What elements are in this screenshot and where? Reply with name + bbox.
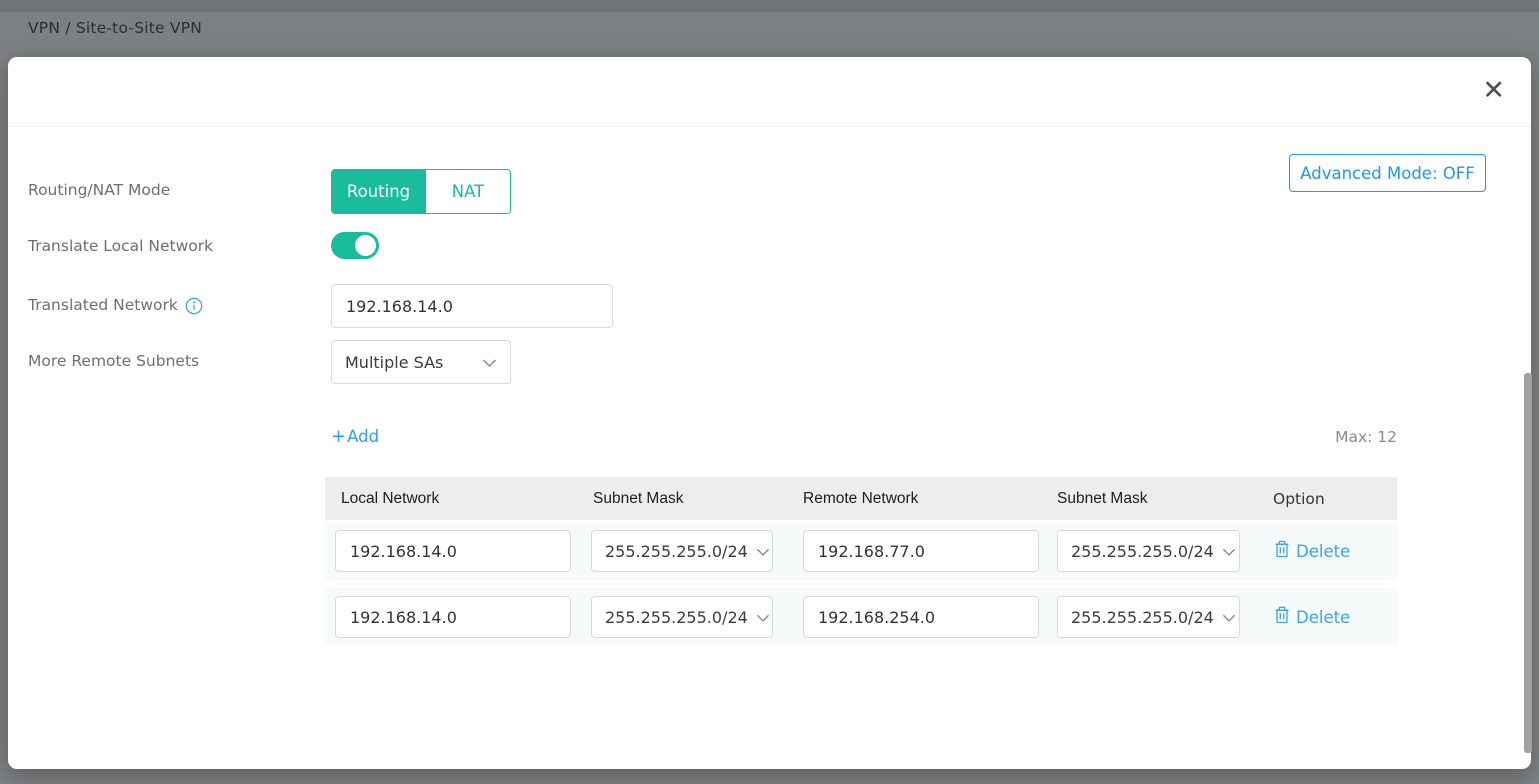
chevron-down-icon bbox=[1222, 542, 1236, 561]
local-network-input[interactable] bbox=[335, 596, 571, 638]
translate-local-network-label: Translate Local Network bbox=[28, 237, 213, 255]
table-row: 255.255.255.0/24 255.255.255.0/24 bbox=[325, 522, 1397, 580]
remote-network-input[interactable] bbox=[803, 530, 1039, 572]
delete-row-button[interactable]: Delete bbox=[1274, 588, 1350, 646]
header-subnet-mask-remote: Subnet Mask bbox=[1057, 477, 1147, 520]
translated-network-label-text: Translated Network bbox=[28, 296, 178, 314]
delete-row-button[interactable]: Delete bbox=[1274, 522, 1350, 580]
page-top-band bbox=[0, 0, 1539, 12]
delete-label: Delete bbox=[1296, 608, 1350, 627]
header-local-network: Local Network bbox=[341, 477, 439, 520]
vertical-scrollbar-thumb[interactable] bbox=[1524, 373, 1532, 753]
translated-network-label: Translated Network bbox=[28, 295, 203, 315]
remote-network-input[interactable] bbox=[803, 596, 1039, 638]
header-remote-network: Remote Network bbox=[803, 477, 918, 520]
more-remote-subnets-value: Multiple SAs bbox=[345, 353, 443, 372]
routing-nat-segmented-control: Routing NAT bbox=[331, 169, 511, 214]
advanced-mode-button[interactable]: Advanced Mode: OFF bbox=[1289, 154, 1486, 192]
local-subnet-mask-select[interactable]: 255.255.255.0/24 bbox=[591, 596, 773, 638]
close-icon[interactable]: ✕ bbox=[1482, 77, 1505, 104]
plus-icon: + bbox=[331, 426, 346, 447]
routing-nat-mode-label: Routing/NAT Mode bbox=[28, 181, 170, 199]
site-to-site-vpn-modal: ✕ Advanced Mode: OFF Routing/NAT Mode Ro… bbox=[8, 57, 1531, 769]
trash-icon bbox=[1274, 540, 1290, 562]
trash-icon bbox=[1274, 606, 1290, 628]
chevron-down-icon bbox=[1222, 608, 1236, 627]
add-subnet-link[interactable]: + Add bbox=[331, 426, 379, 447]
toggle-knob bbox=[355, 235, 376, 256]
translate-local-network-toggle[interactable] bbox=[331, 232, 379, 259]
translated-network-input[interactable] bbox=[331, 284, 613, 328]
modal-header: ✕ bbox=[8, 57, 1531, 127]
routing-option-button[interactable]: Routing bbox=[332, 170, 425, 213]
header-subnet-mask-local: Subnet Mask bbox=[593, 477, 683, 520]
remote-subnet-mask-select[interactable]: 255.255.255.0/24 bbox=[1057, 596, 1240, 638]
subnet-table-header: Local Network Subnet Mask Remote Network… bbox=[325, 477, 1397, 520]
chevron-down-icon bbox=[756, 542, 770, 561]
remote-subnet-mask-value: 255.255.255.0/24 bbox=[1071, 608, 1214, 627]
header-option: Option bbox=[1273, 477, 1325, 520]
breadcrumb: VPN / Site-to-Site VPN bbox=[28, 19, 202, 37]
table-row: 255.255.255.0/24 255.255.255.0/24 bbox=[325, 588, 1397, 646]
local-subnet-mask-select[interactable]: 255.255.255.0/24 bbox=[591, 530, 773, 572]
more-remote-subnets-select[interactable]: Multiple SAs bbox=[331, 340, 511, 384]
remote-subnet-mask-value: 255.255.255.0/24 bbox=[1071, 542, 1214, 561]
chevron-down-icon bbox=[756, 608, 770, 627]
max-rows-label: Max: 12 bbox=[1325, 428, 1397, 446]
nat-option-button[interactable]: NAT bbox=[425, 170, 510, 213]
info-icon[interactable] bbox=[185, 297, 203, 315]
add-link-label: Add bbox=[347, 427, 379, 446]
subnet-table: Local Network Subnet Mask Remote Network… bbox=[325, 477, 1397, 647]
local-subnet-mask-value: 255.255.255.0/24 bbox=[605, 608, 748, 627]
local-network-input[interactable] bbox=[335, 530, 571, 572]
chevron-down-icon bbox=[482, 353, 497, 372]
remote-subnet-mask-select[interactable]: 255.255.255.0/24 bbox=[1057, 530, 1240, 572]
delete-label: Delete bbox=[1296, 542, 1350, 561]
local-subnet-mask-value: 255.255.255.0/24 bbox=[605, 542, 748, 561]
more-remote-subnets-label: More Remote Subnets bbox=[28, 352, 199, 370]
